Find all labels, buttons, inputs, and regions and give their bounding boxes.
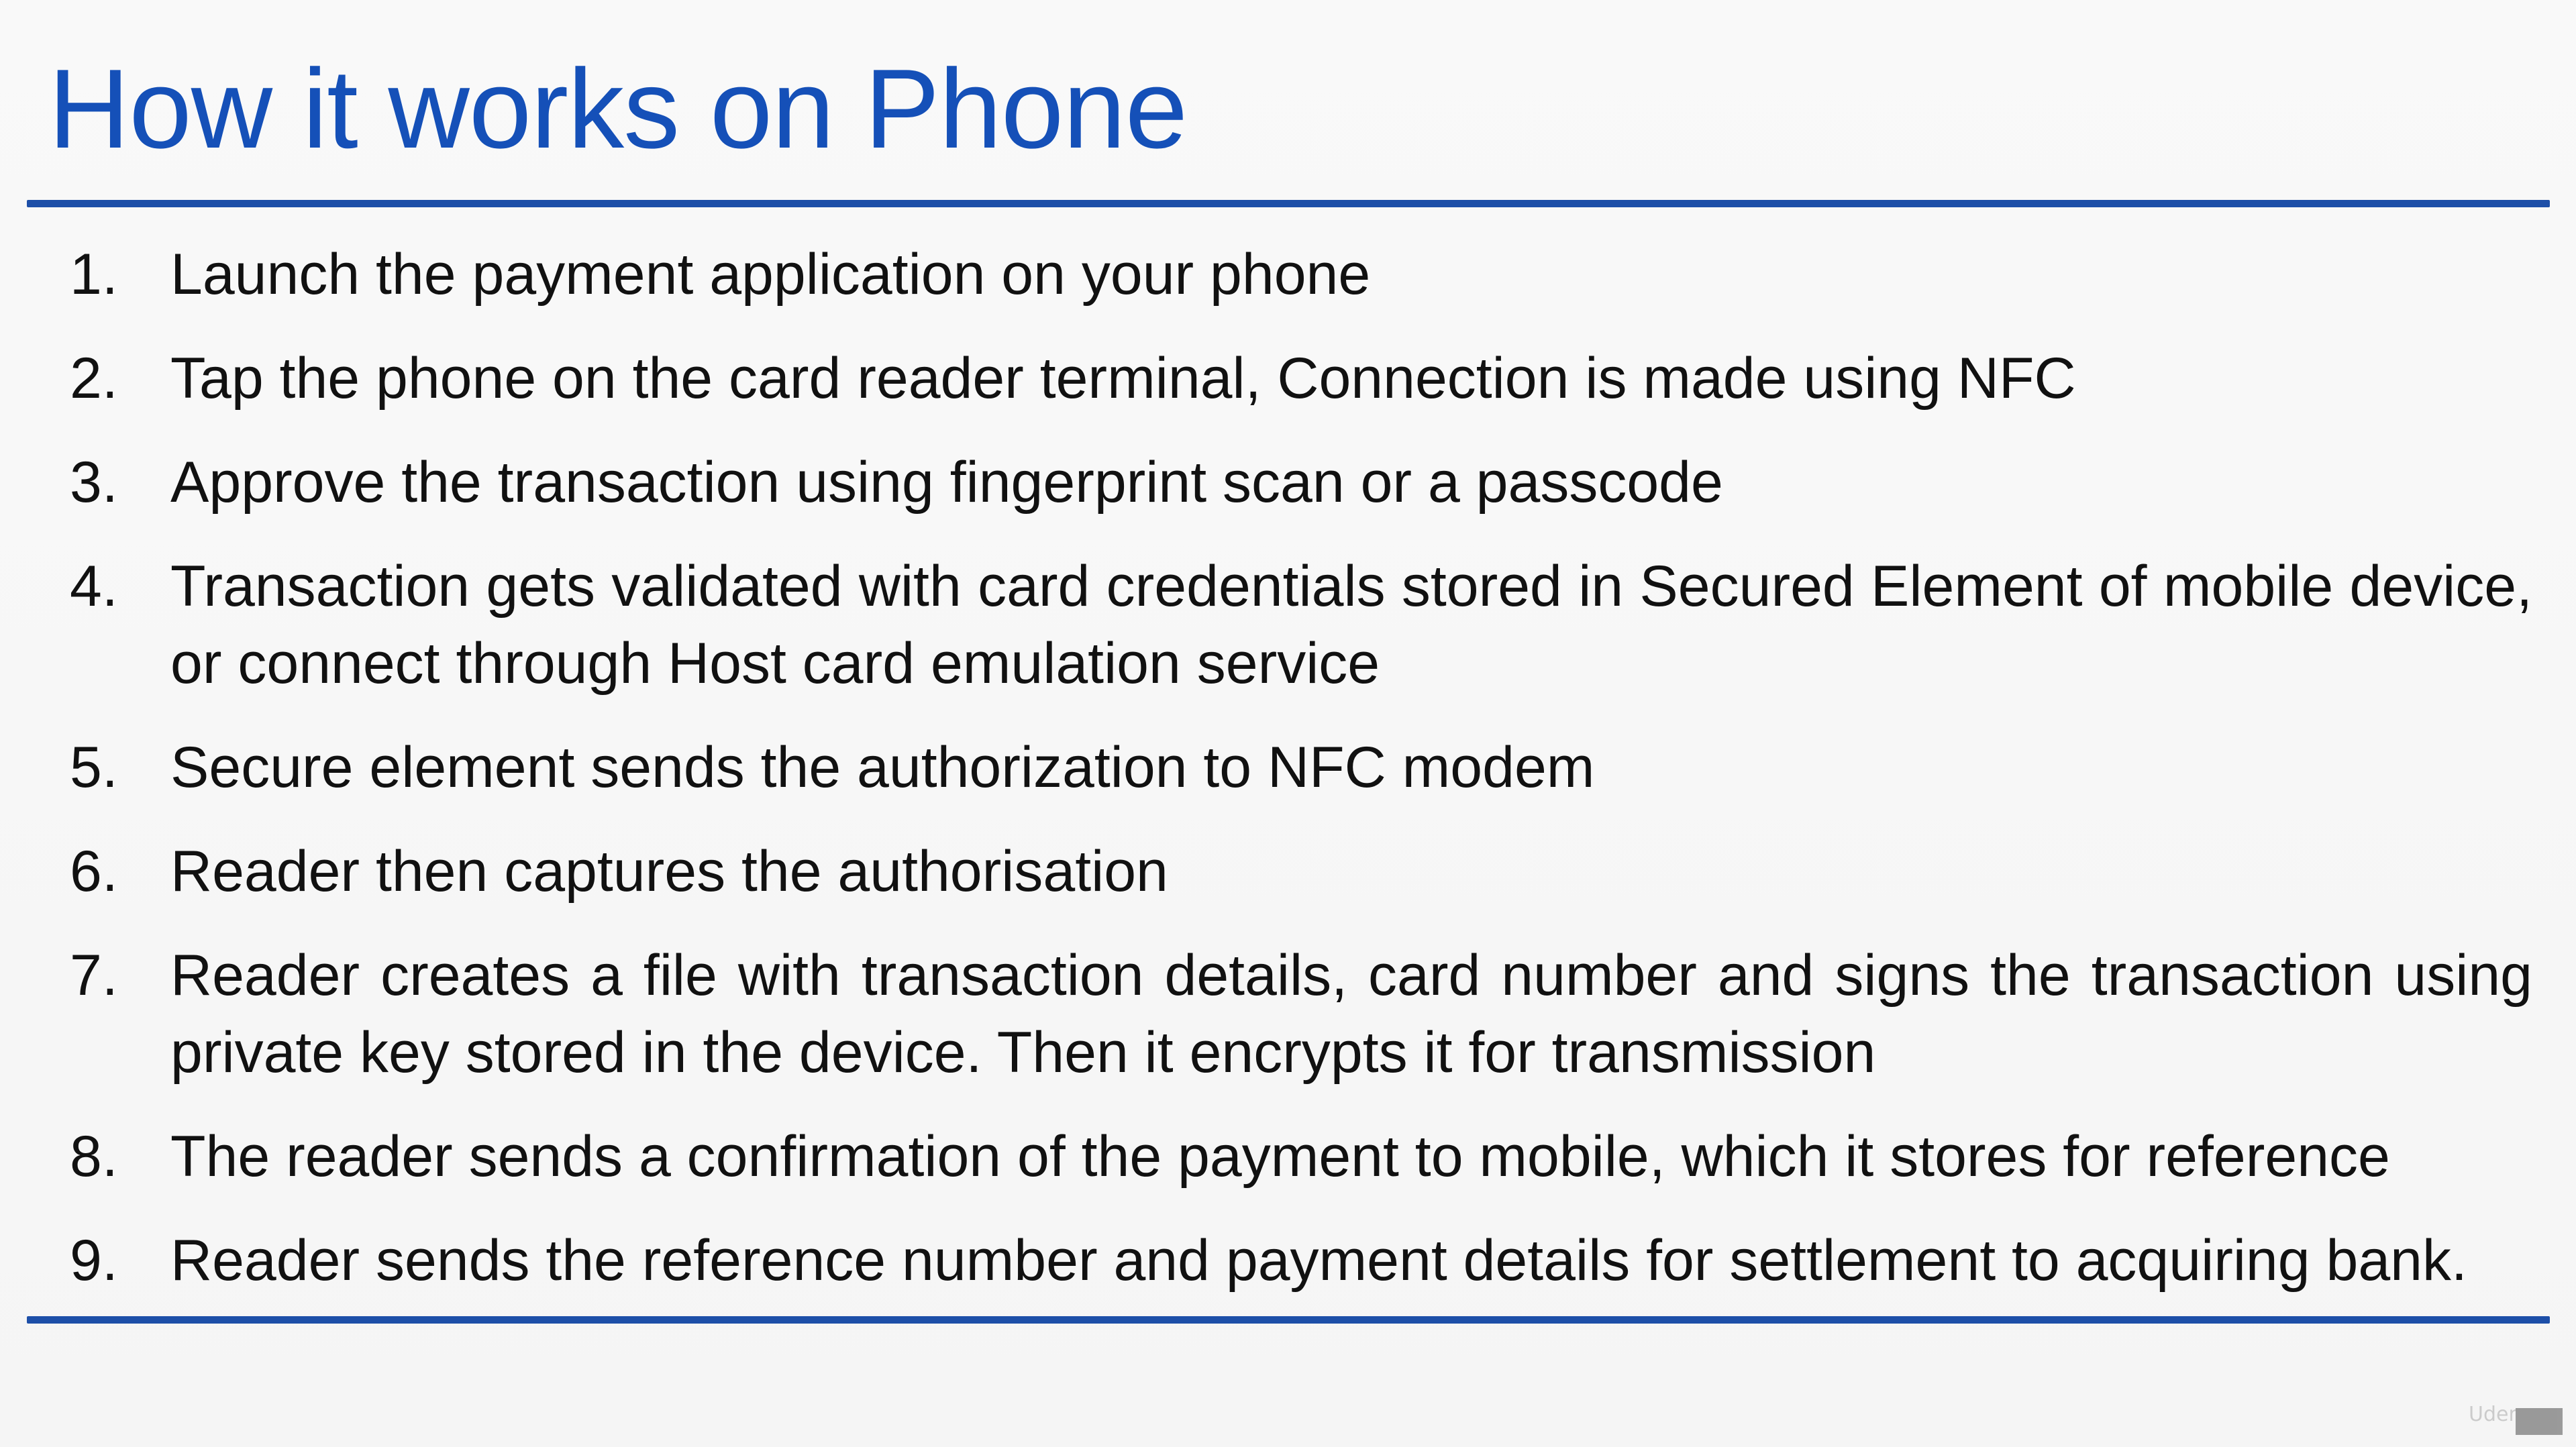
step-item: 4. Transaction gets validated with card … [70,548,2532,702]
step-item: 9. Reader sends the reference number and… [70,1222,2532,1299]
step-text: The reader sends a confirmation of the p… [170,1124,2390,1189]
slide: How it works on Phone 1. Launch the paym… [0,0,2576,1447]
step-number: 6. [70,839,118,904]
step-item: 3. Approve the transaction using fingerp… [70,444,2532,521]
step-item: 2. Tap the phone on the card reader term… [70,340,2532,417]
step-number: 1. [70,242,118,307]
step-number: 4. [70,554,118,619]
watermark-block [2516,1408,2563,1435]
udemy-logo-icon: Udemy [2469,1399,2563,1435]
step-text: Secure element sends the authorization t… [170,735,1595,800]
step-item: 5. Secure element sends the authorizatio… [70,729,2532,806]
step-text: Transaction gets validated with card cre… [170,554,2532,696]
bottom-divider [27,1316,2550,1324]
step-text: Reader then captures the authorisation [170,839,1168,904]
step-text: Reader sends the reference number and pa… [170,1228,2467,1293]
step-number: 3. [70,450,118,515]
step-number: 7. [70,943,118,1008]
step-text: Tap the phone on the card reader termina… [170,346,2076,411]
step-item: 1. Launch the payment application on you… [70,236,2532,313]
step-number: 2. [70,346,118,411]
step-text: Reader creates a file with transaction d… [170,943,2532,1085]
step-number: 5. [70,735,118,800]
step-item: 6. Reader then captures the authorisatio… [70,833,2532,910]
step-item: 7. Reader creates a file with transactio… [70,937,2532,1091]
step-text: Launch the payment application on your p… [170,242,1371,307]
steps-list: 1. Launch the payment application on you… [70,236,2532,1299]
step-number: 8. [70,1124,118,1189]
step-number: 9. [70,1228,118,1293]
step-item: 8. The reader sends a confirmation of th… [70,1118,2532,1195]
step-text: Approve the transaction using fingerprin… [170,450,1723,515]
slide-title: How it works on Phone [48,46,1188,172]
title-divider [27,200,2550,207]
